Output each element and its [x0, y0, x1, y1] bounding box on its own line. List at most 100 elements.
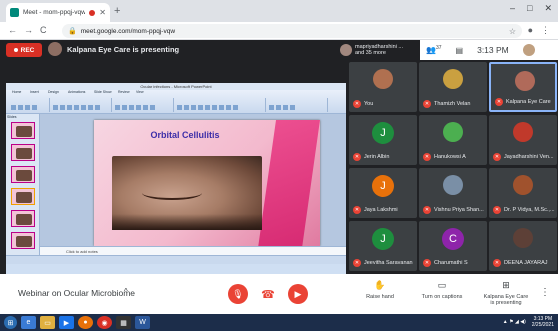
browser-menu-icon[interactable]: ⋮ — [541, 25, 550, 36]
ie-icon[interactable]: e — [21, 316, 36, 329]
ribbon-tab-home[interactable]: Home — [12, 90, 21, 94]
firefox-icon[interactable]: ● — [78, 316, 93, 329]
ribbon-tab-review[interactable]: Review — [118, 90, 129, 94]
slide-thumbnail-selected[interactable] — [11, 188, 35, 205]
slide-thumbnail[interactable] — [11, 166, 35, 183]
forward-button[interactable]: → — [24, 25, 33, 35]
participant-tile[interactable]: ✕ Kalpana Eye Care — [489, 62, 557, 112]
presenting-line2: is presenting — [490, 300, 522, 306]
leave-call-button[interactable]: ☎ — [258, 284, 278, 304]
mic-off-icon: 🎙 — [232, 288, 244, 299]
slide-thumbnail[interactable] — [11, 232, 35, 249]
close-window-button[interactable]: ✕ — [544, 3, 552, 14]
chrome-icon[interactable]: ◉ — [97, 316, 112, 329]
ppt-ribbon: Home Insert Design Animations Slide Show… — [6, 90, 346, 114]
notes-pane[interactable]: Click to add notes — [40, 246, 346, 255]
taskbar-app-icon[interactable]: ▦ — [116, 316, 131, 329]
participant-photo-avatar — [513, 228, 533, 248]
participant-name: Jeevitha Saravanan — [364, 260, 413, 266]
media-player-icon[interactable]: ▶ — [59, 316, 74, 329]
presenting-label: Kalpana Eye Care is presenting — [476, 294, 536, 306]
participant-tile[interactable]: J ✕ Jaya Lakshmi — [349, 168, 417, 218]
camera-off-button[interactable]: ▶ — [288, 284, 308, 304]
participant-tile[interactable]: ✕ DEENA JAYARAJ — [489, 221, 557, 271]
participant-name: Kalpana Eye Care — [506, 99, 551, 105]
ribbon-tab-design[interactable]: Design — [48, 90, 59, 94]
current-slide[interactable]: Orbital Cellulitis — [94, 120, 320, 246]
people-chip[interactable]: mapriyadharshini ... and 35 more — [340, 41, 416, 59]
browser-tab[interactable]: Meet - mom-ppqj-vqw ✕ — [6, 3, 110, 22]
raise-hand-label: Raise hand — [366, 294, 394, 300]
raise-hand-button[interactable]: ✋ Raise hand — [350, 280, 410, 300]
word-icon[interactable]: W — [135, 316, 150, 329]
participant-tile[interactable]: ✕ Thamizh Velan — [419, 62, 487, 112]
meeting-time: 3:13 PM — [477, 45, 509, 55]
powerpoint-window: Ocular infections - Microsoft PowerPoint… — [6, 83, 346, 274]
chat-icon[interactable]: ▤ — [456, 46, 464, 55]
participant-tile[interactable]: J ✕ Jeevitha Saravanan — [349, 221, 417, 271]
taskbar-clock[interactable]: 3:13 PM 2/25/2021 — [532, 316, 554, 328]
meeting-details-caret-icon[interactable]: ^ — [124, 287, 128, 296]
participant-photo-avatar — [513, 175, 533, 195]
participant-name: DEENA JAYARAJ — [504, 260, 548, 266]
participant-initial-avatar: J — [372, 122, 394, 144]
captions-button[interactable]: ▭ Turn on captions — [412, 280, 472, 300]
participant-tile[interactable]: C ✕ Charumathi S — [419, 221, 487, 271]
presenter-text: Kalpana Eye Care is presenting — [67, 44, 180, 54]
reload-button[interactable]: C — [40, 25, 47, 35]
ribbon-group-clipboard — [10, 98, 50, 112]
muted-mic-icon: ✕ — [493, 153, 501, 161]
captions-label: Turn on captions — [421, 294, 463, 300]
participant-photo-avatar — [443, 122, 463, 142]
self-avatar[interactable] — [522, 44, 535, 56]
file-explorer-icon[interactable]: ▭ — [40, 316, 55, 329]
muted-mic-icon: ✕ — [495, 98, 503, 106]
people-chip-text: mapriyadharshini ... and 35 more — [355, 44, 403, 57]
account-icon[interactable]: ● — [528, 25, 533, 36]
participant-name: You — [364, 101, 374, 107]
people-chip-line1: mapriyadharshini ... — [355, 43, 403, 50]
more-options-icon[interactable]: ⋮ — [540, 287, 550, 298]
participant-tile[interactable]: ✕ Vishnu Priya Shan... — [419, 168, 487, 218]
orbital-cellulitis-photo — [112, 156, 262, 230]
ribbon-group-font — [52, 98, 112, 112]
people-icon[interactable]: 👥37 — [426, 45, 442, 55]
participant-initial-avatar: J — [372, 175, 394, 197]
minimize-button[interactable]: – — [510, 3, 515, 14]
slide-thumbnail[interactable] — [11, 210, 35, 227]
participant-name: Jerin Albin — [364, 154, 390, 160]
participant-tile[interactable]: J ✕ Jerin Albin — [349, 115, 417, 165]
start-button-icon[interactable]: ⊞ — [4, 316, 17, 329]
participant-tile[interactable]: ✕ Jayadharshini Ven... — [489, 115, 557, 165]
ribbon-tab-insert[interactable]: Insert — [30, 90, 39, 94]
slide-thumbnail[interactable] — [11, 144, 35, 161]
ribbon-tab-slideshow[interactable]: Slide Show — [94, 90, 112, 94]
close-tab-icon[interactable]: ✕ — [99, 8, 106, 17]
participant-photo-avatar — [515, 71, 535, 91]
slide-thumbnail[interactable] — [11, 122, 35, 139]
presenter-chip: Kalpana Eye Care is presenting — [48, 42, 179, 56]
participant-name: Jaya Lakshmi — [364, 207, 398, 213]
maximize-button[interactable]: □ — [527, 3, 532, 14]
participant-name: Thamizh Velan — [434, 101, 471, 107]
new-tab-button[interactable]: + — [114, 6, 120, 17]
ribbon-group-drawing — [176, 98, 266, 112]
meeting-title[interactable]: Webinar on Ocular Microbiome — [18, 288, 135, 298]
people-avatar — [340, 44, 352, 56]
slides-tab[interactable]: Slides — [7, 115, 17, 119]
participant-tile[interactable]: ✕ You — [349, 62, 417, 112]
participant-tile[interactable]: ✕ Dr. P Vidya, M.Sc.,... — [489, 168, 557, 218]
ribbon-tab-animations[interactable]: Animations — [68, 90, 85, 94]
mic-off-button[interactable]: 🎙 — [228, 284, 248, 304]
tray-icons[interactable]: ▲ ⚑ ◢ ◀) — [503, 319, 526, 325]
ribbon-tab-view[interactable]: View — [136, 90, 144, 94]
presenting-button[interactable]: ⊞ Kalpana Eye Care is presenting — [476, 280, 536, 306]
recording-label: REC — [20, 46, 35, 54]
participant-tile[interactable]: ✕ Hanukowsi A — [419, 115, 487, 165]
participant-initial-avatar: C — [442, 228, 464, 250]
back-button[interactable]: ← — [8, 25, 17, 35]
muted-mic-icon: ✕ — [423, 153, 431, 161]
url-field[interactable]: 🔒 meet.google.com/mom-ppqj-vqw ☆ — [62, 24, 522, 38]
system-tray: ▲ ⚑ ◢ ◀) 3:13 PM 2/25/2021 — [503, 316, 554, 328]
bookmark-star-icon[interactable]: ☆ — [509, 27, 516, 36]
